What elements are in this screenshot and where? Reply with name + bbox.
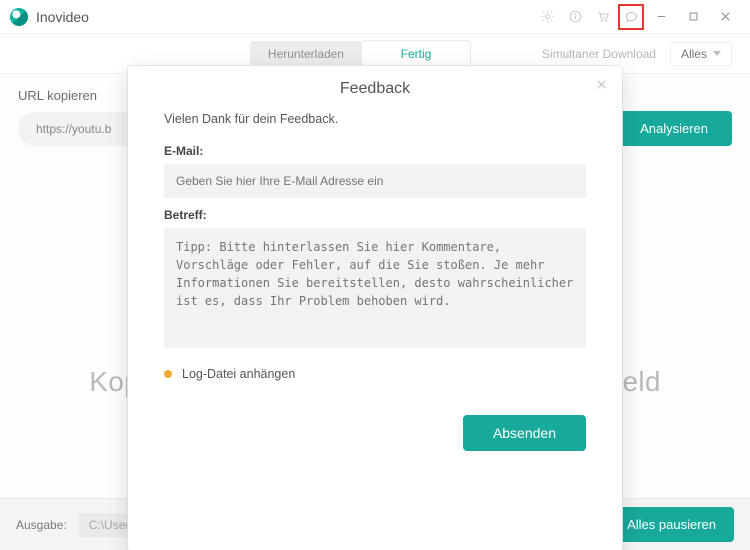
chevron-down-icon: [713, 51, 721, 56]
email-label: E-Mail:: [164, 144, 586, 158]
tab-download[interactable]: Herunterladen: [250, 41, 362, 67]
email-field[interactable]: [164, 164, 586, 198]
attach-log-toggle[interactable]: Log-Datei anhängen: [164, 367, 586, 381]
tab-finished[interactable]: Fertig: [362, 41, 470, 67]
analyse-button[interactable]: Analysieren: [616, 111, 732, 146]
tab-group: Herunterladen Fertig: [250, 41, 470, 67]
filter-dropdown[interactable]: Alles: [670, 42, 732, 66]
close-icon[interactable]: [595, 78, 608, 94]
output-label: Ausgabe:: [16, 518, 67, 532]
app-logo-icon: [10, 8, 28, 26]
titlebar: Inovideo: [0, 0, 750, 34]
feedback-modal: Feedback Vielen Dank für dein Feedback. …: [128, 66, 622, 550]
toggle-dot-icon: [164, 370, 172, 378]
info-icon[interactable]: [562, 4, 588, 30]
modal-thanks: Vielen Dank für dein Feedback.: [164, 112, 586, 126]
app-title: Inovideo: [36, 9, 89, 25]
minimize-button[interactable]: [646, 4, 676, 30]
modal-title: Feedback: [340, 80, 410, 98]
cart-icon[interactable]: [590, 4, 616, 30]
send-button[interactable]: Absenden: [463, 415, 586, 451]
subject-field[interactable]: [164, 228, 586, 348]
gear-icon[interactable]: [534, 4, 560, 30]
pause-all-button[interactable]: Alles pausieren: [609, 507, 734, 542]
filter-label: Alles: [681, 47, 707, 61]
close-window-button[interactable]: [710, 4, 740, 30]
maximize-button[interactable]: [678, 4, 708, 30]
attach-label: Log-Datei anhängen: [182, 367, 295, 381]
simultaneous-download-label[interactable]: Simultaner Download: [542, 47, 656, 61]
feedback-icon[interactable]: [618, 4, 644, 30]
subject-label: Betreff:: [164, 208, 586, 222]
